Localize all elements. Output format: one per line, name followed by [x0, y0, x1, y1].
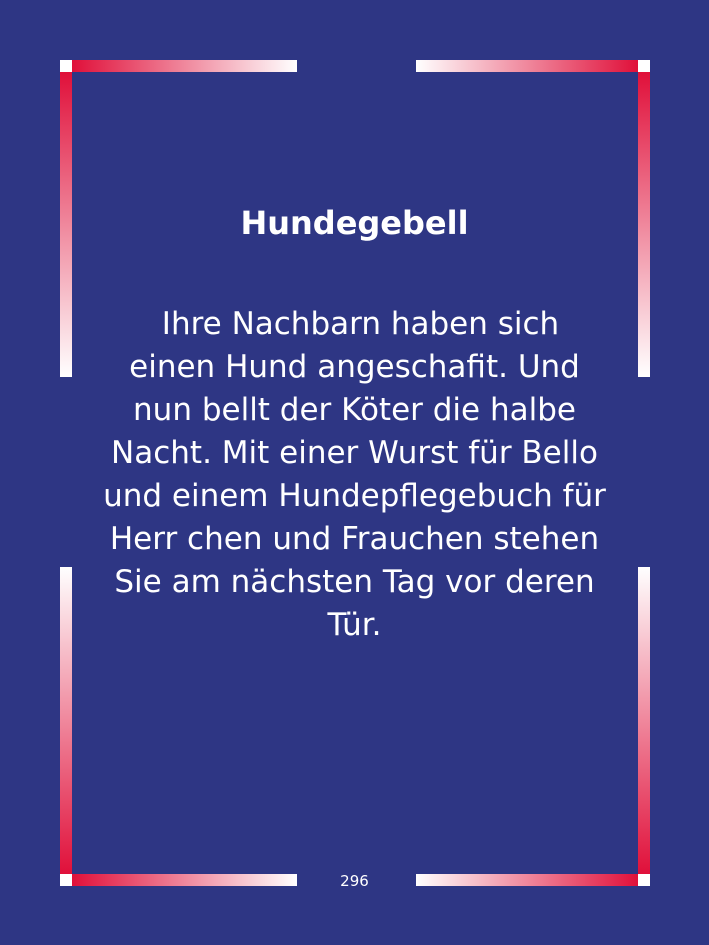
frame-bar-left-lower	[60, 567, 72, 874]
frame-corner-top-right	[638, 60, 650, 72]
frame-bar-top-right	[416, 60, 638, 72]
card-body-line: Tür.	[327, 607, 382, 643]
card-body: Ihre Nachbarn haben sich einen Hund ange…	[90, 303, 619, 647]
page-number: 296	[340, 872, 369, 890]
card-body-line: und einem Hundepflegebuch für	[103, 478, 606, 514]
card-body-line: einen Hund angeschafit. Und	[129, 349, 580, 385]
card-body-line: Herr chen und Frauchen stehen	[109, 521, 600, 557]
card-body-line: Nacht. Mit einer Wurst für Bello	[111, 435, 598, 471]
frame-bar-right-lower	[638, 567, 650, 874]
frame-bar-top-left	[72, 60, 297, 72]
card-title: Hundegebell	[240, 204, 469, 242]
card-body-line: nun bellt der Köter die halbe	[133, 392, 576, 428]
card: Hundegebell Ihre Nachbarn haben sich ein…	[0, 0, 709, 945]
card-body-line: Sie am nächsten Tag vor deren	[114, 564, 595, 600]
card-body-line: Ihre Nachbarn haben sich	[161, 306, 560, 342]
frame-corner-top-left	[60, 60, 72, 72]
